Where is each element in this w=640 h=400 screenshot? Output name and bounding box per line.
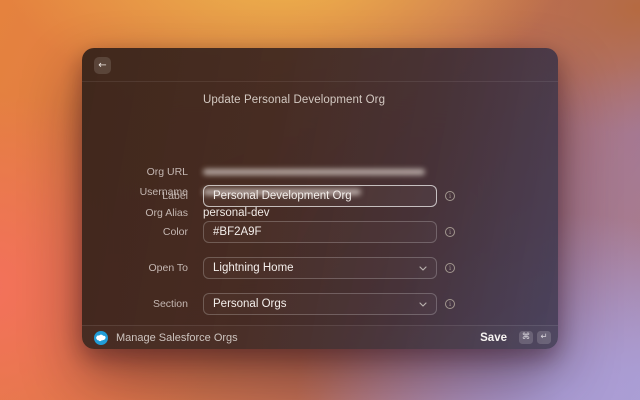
window-header: ← — [82, 48, 558, 82]
open-to-selected-value: Lightning Home — [213, 262, 294, 274]
color-input[interactable] — [203, 221, 437, 243]
info-icon[interactable]: i — [445, 191, 455, 201]
salesforce-cloud-icon — [94, 330, 108, 345]
back-arrow-icon: ← — [98, 59, 107, 71]
action-bar: Manage Salesforce Orgs Save ⌘ ↵ — [82, 325, 558, 349]
field-label-color: Color — [162, 226, 188, 238]
section-selected-value: Personal Orgs — [213, 298, 287, 310]
redacted-org-url-value — [203, 169, 425, 175]
back-button[interactable]: ← — [94, 57, 111, 74]
return-key-icon[interactable]: ↵ — [537, 331, 551, 344]
field-label-section: Section — [152, 298, 188, 310]
field-row-label: Label i — [82, 185, 558, 207]
info-icon[interactable]: i — [445, 263, 455, 273]
chevron-down-icon — [419, 301, 427, 307]
field-label-label: Label — [162, 190, 188, 202]
open-to-dropdown[interactable]: Lightning Home — [203, 257, 437, 279]
field-row-org-url: Org URL — [82, 165, 558, 179]
desktop-wallpaper: ← Update Personal Development Org Org UR… — [0, 0, 640, 400]
field-label-org-alias: Org Alias — [145, 207, 188, 219]
field-row-section: Section Personal Orgs i — [82, 293, 558, 315]
field-label-open-to: Open To — [148, 262, 188, 274]
field-label-org-url: Org URL — [146, 166, 188, 178]
command-key-icon[interactable]: ⌘ — [519, 331, 533, 344]
extension-name: Manage Salesforce Orgs — [116, 331, 238, 344]
chevron-down-icon — [419, 265, 427, 271]
org-alias-value: personal-dev — [203, 207, 270, 219]
section-dropdown[interactable]: Personal Orgs — [203, 293, 437, 315]
label-input[interactable] — [203, 185, 437, 207]
info-icon[interactable]: i — [445, 299, 455, 309]
raycast-extension-window: ← Update Personal Development Org Org UR… — [82, 48, 558, 349]
field-row-color: Color i — [82, 221, 558, 243]
form-title: Update Personal Development Org — [203, 94, 386, 106]
save-button[interactable]: Save — [480, 332, 507, 344]
field-row-org-alias: Org Alias personal-dev — [82, 206, 558, 220]
field-row-open-to: Open To Lightning Home i — [82, 257, 558, 279]
info-icon[interactable]: i — [445, 227, 455, 237]
